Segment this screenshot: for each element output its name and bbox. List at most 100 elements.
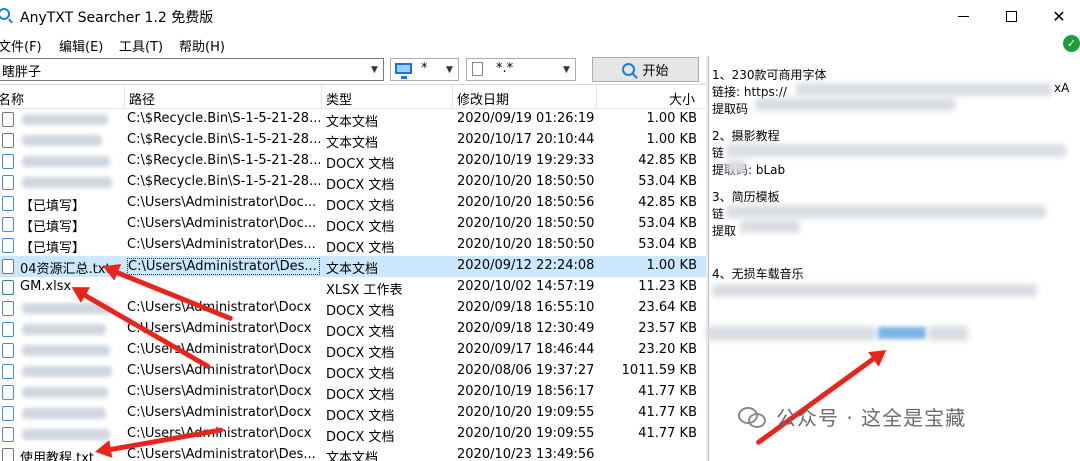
- menu-help[interactable]: 帮助(H): [179, 36, 225, 55]
- row-size: 53.04 KB: [638, 174, 697, 189]
- row-size: 23.57 KB: [638, 321, 697, 336]
- minimize-button[interactable]: [940, 2, 986, 30]
- row-date: 2020/09/17 18:46:44: [457, 342, 595, 357]
- row-type: DOCX 文档: [326, 367, 395, 382]
- row-type: DOCX 文档: [326, 199, 395, 214]
- table-row[interactable]: C:\$Recycle.Bin\S-1-5-21-28... DOCX 文档 202…: [0, 151, 706, 172]
- table-row[interactable]: C:\Users\Administrator\Docx DOCX 文档 2020/0…: [0, 361, 706, 382]
- search-value: 瞎胖子: [2, 65, 42, 80]
- search-icon: [622, 63, 636, 76]
- table-row[interactable]: C:\Users\Administrator\Docx DOCX 文档 2020/0…: [0, 319, 706, 340]
- word-file-icon: [2, 427, 14, 442]
- word-file-icon: [2, 364, 14, 379]
- drive-select[interactable]: * ▼: [390, 58, 459, 81]
- row-date: 2020/09/18 16:55:10: [457, 300, 595, 315]
- table-row[interactable]: 【已填写】 C:\Users\Administrator\Doc... DOCX 文…: [0, 214, 706, 235]
- row-type: DOCX 文档: [326, 325, 395, 340]
- row-size: 41.77 KB: [638, 405, 697, 420]
- row-type: DOCX 文档: [326, 241, 395, 256]
- preview-title-4: 4、无损车载音乐: [712, 267, 804, 281]
- row-size: 42.85 KB: [638, 153, 697, 168]
- menu-edit[interactable]: 编辑(E): [59, 36, 103, 55]
- row-date: 2020/10/23 13:49:56: [457, 447, 595, 461]
- wechat-icon: [738, 405, 768, 429]
- maximize-button[interactable]: [988, 2, 1034, 30]
- row-path: C:\Users\Administrator\Docx: [127, 405, 312, 420]
- table-row[interactable]: GM.xlsx XLSX 工作表 2020/10/02 14:57:19 11.23 …: [0, 277, 706, 298]
- start-search-button[interactable]: 开始: [592, 57, 699, 82]
- row-size: 1.00 KB: [646, 132, 697, 147]
- row-path: C:\Users\Administrator\Doc...: [127, 216, 317, 231]
- word-file-icon: [2, 196, 14, 211]
- row-size: 53.04 KB: [638, 237, 697, 252]
- row-path: C:\$Recycle.Bin\S-1-5-21-28...: [127, 111, 320, 126]
- table-row[interactable]: C:\Users\Administrator\Docx DOCX 文档 2020/0…: [0, 340, 706, 361]
- menu-file[interactable]: 文件(F): [0, 36, 42, 55]
- close-button[interactable]: ✕: [1036, 2, 1080, 30]
- row-type: 文本文档: [326, 451, 379, 461]
- preview-title-2: 2、摄影教程: [712, 129, 780, 143]
- row-name: 【已填写】: [20, 199, 86, 214]
- row-path: C:\Users\Administrator\Doc...: [127, 195, 317, 210]
- column-path-header[interactable]: 路径: [129, 89, 155, 108]
- row-path: C:\Users\Administrator\Des...: [127, 258, 320, 275]
- preview-section-4: 4、无损车载音乐: [712, 265, 804, 282]
- row-type: DOCX 文档: [326, 304, 395, 319]
- word-file-icon: [2, 301, 14, 316]
- text-file-icon: [2, 448, 14, 461]
- row-date: 2020/09/12 22:24:08: [457, 258, 595, 273]
- row-size: 42.85 KB: [638, 195, 697, 210]
- extension-select[interactable]: *.* ▼: [466, 58, 576, 81]
- table-row[interactable]: 【已填写】 C:\Users\Administrator\Des... DOCX 文…: [0, 235, 706, 256]
- menu-tools[interactable]: 工具(T): [119, 36, 163, 55]
- row-type: DOCX 文档: [326, 157, 395, 172]
- word-file-icon: [2, 322, 14, 337]
- column-date-header[interactable]: 修改日期: [457, 89, 509, 108]
- column-type-header[interactable]: 类型: [326, 89, 352, 108]
- row-date: 2020/10/20 18:50:56: [457, 195, 595, 210]
- extension-value: *.*: [496, 61, 514, 76]
- close-icon: ✕: [1052, 6, 1066, 26]
- row-path: C:\Users\Administrator\Docx: [127, 342, 312, 357]
- row-path: C:\Users\Administrator\Docx: [127, 384, 312, 399]
- menu-bar: 文件(F) 编辑(E) 工具(T) 帮助(H): [0, 32, 1080, 56]
- table-row[interactable]: 【已填写】 C:\Users\Administrator\Doc... DOCX 文…: [0, 193, 706, 214]
- preview-title-1: 1、230款可商用字体: [712, 68, 827, 82]
- table-row[interactable]: C:\$Recycle.Bin\S-1-5-21-28... 文本文档 2020/1…: [0, 130, 706, 151]
- text-file-icon: [2, 133, 14, 148]
- row-size: 41.77 KB: [638, 384, 697, 399]
- column-name-header[interactable]: 名称: [0, 89, 24, 108]
- list-header: ^ 名称 路径 类型 修改日期 大小: [0, 85, 706, 109]
- row-date: 2020/10/19 18:56:17: [457, 384, 595, 399]
- chevron-down-icon[interactable]: ▼: [558, 59, 575, 80]
- chevron-down-icon[interactable]: ▼: [366, 59, 383, 80]
- row-path: C:\$Recycle.Bin\S-1-5-21-28...: [127, 174, 320, 189]
- start-label: 开始: [642, 64, 669, 79]
- row-path: C:\$Recycle.Bin\S-1-5-21-28...: [127, 132, 320, 147]
- row-size: 23.64 KB: [638, 300, 697, 315]
- row-type: DOCX 文档: [326, 346, 395, 361]
- table-row[interactable]: C:\$Recycle.Bin\S-1-5-21-28... 文本文档 2020/0…: [0, 109, 706, 130]
- chevron-down-icon[interactable]: ▼: [441, 59, 458, 80]
- watermark: 公众号 · 这全是宝藏: [738, 402, 966, 431]
- word-file-icon: [2, 385, 14, 400]
- row-name: 【已填写】: [20, 220, 86, 235]
- row-date: 2020/10/19 19:29:33: [457, 153, 595, 168]
- preview-link-1-end: xA: [1054, 81, 1070, 95]
- app-search-icon: [0, 8, 10, 20]
- row-type: DOCX 文档: [326, 178, 395, 193]
- column-size-header[interactable]: 大小: [669, 89, 695, 108]
- row-date: 2020/10/20 19:09:55: [457, 405, 595, 420]
- row-type: 文本文档: [326, 115, 379, 130]
- word-file-icon: [2, 175, 14, 190]
- table-row[interactable]: C:\Users\Administrator\Docx DOCX 文档 2020/1…: [0, 403, 706, 424]
- preview-code-2: 提取码: bLab: [712, 163, 786, 177]
- table-row[interactable]: C:\Users\Administrator\Docx DOCX 文档 2020/1…: [0, 382, 706, 403]
- row-date: 2020/10/02 14:57:19: [457, 279, 595, 294]
- search-input[interactable]: 瞎胖子 ▼: [0, 58, 384, 81]
- watermark-text: 公众号 · 这全是宝藏: [776, 406, 967, 430]
- row-date: 2020/10/20 18:50:50: [457, 216, 595, 231]
- title-bar: AnyTXT Searcher 1.2 免费版 ✕: [0, 0, 1080, 32]
- row-date: 2020/10/20 18:50:50: [457, 237, 595, 252]
- table-row[interactable]: C:\$Recycle.Bin\S-1-5-21-28... DOCX 文档 202…: [0, 172, 706, 193]
